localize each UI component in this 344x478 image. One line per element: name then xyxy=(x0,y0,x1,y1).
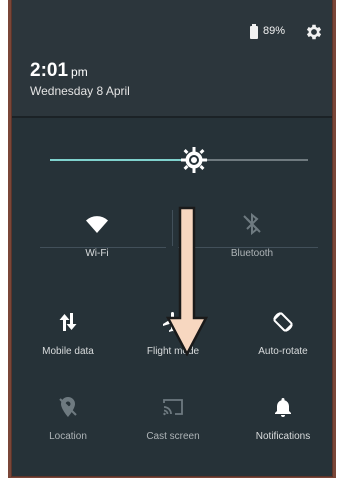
date-label: Wednesday 8 April xyxy=(30,84,130,98)
tile-label: Bluetooth xyxy=(230,248,274,259)
mobile-data-icon xyxy=(59,313,77,331)
location-off-icon xyxy=(59,397,77,417)
tile-label: Location xyxy=(49,431,87,442)
tile-label: Cast screen xyxy=(146,431,200,442)
bluetooth-icon xyxy=(243,212,261,236)
tile-label: Auto-rotate xyxy=(258,346,308,357)
wifi-icon xyxy=(86,216,108,233)
settings-gear-icon[interactable] xyxy=(304,22,324,42)
tile-label: Mobile data xyxy=(42,346,94,357)
tile-mobile-data[interactable]: Mobile data xyxy=(15,310,121,370)
status-header: 89% 2:01 pm Wednesday 8 April xyxy=(12,0,332,116)
tile-location[interactable]: Location xyxy=(15,395,121,455)
cast-icon xyxy=(163,399,183,416)
quick-settings-panel: 89% 2:01 pm Wednesday 8 April Wi-Fi Blue… xyxy=(12,0,332,476)
swipe-down-arrow-icon xyxy=(166,206,208,356)
brightness-thumb-icon[interactable] xyxy=(180,146,208,174)
battery-icon xyxy=(250,24,258,39)
tile-bluetooth[interactable]: Bluetooth xyxy=(199,212,305,272)
clock-time: 2:01 xyxy=(30,60,69,81)
battery-percentage: 89% xyxy=(263,25,286,37)
clock: 2:01 pm xyxy=(30,60,88,82)
wallpaper-frame: 89% 2:01 pm Wednesday 8 April Wi-Fi Blue… xyxy=(8,0,336,478)
tile-auto-rotate[interactable]: Auto-rotate xyxy=(230,310,332,370)
tile-label: Wi-Fi xyxy=(85,248,109,259)
brightness-slider-fill xyxy=(50,159,195,161)
clock-ampm: pm xyxy=(71,65,88,79)
header-divider xyxy=(12,116,332,118)
tile-cast-screen[interactable]: Cast screen xyxy=(120,395,226,455)
bell-icon xyxy=(275,398,291,417)
brightness-slider[interactable] xyxy=(50,159,308,161)
auto-rotate-icon xyxy=(273,312,293,332)
tile-notifications[interactable]: Notifications xyxy=(230,395,332,455)
tile-wifi[interactable]: Wi-Fi xyxy=(44,212,150,272)
tile-label: Notifications xyxy=(255,431,311,442)
